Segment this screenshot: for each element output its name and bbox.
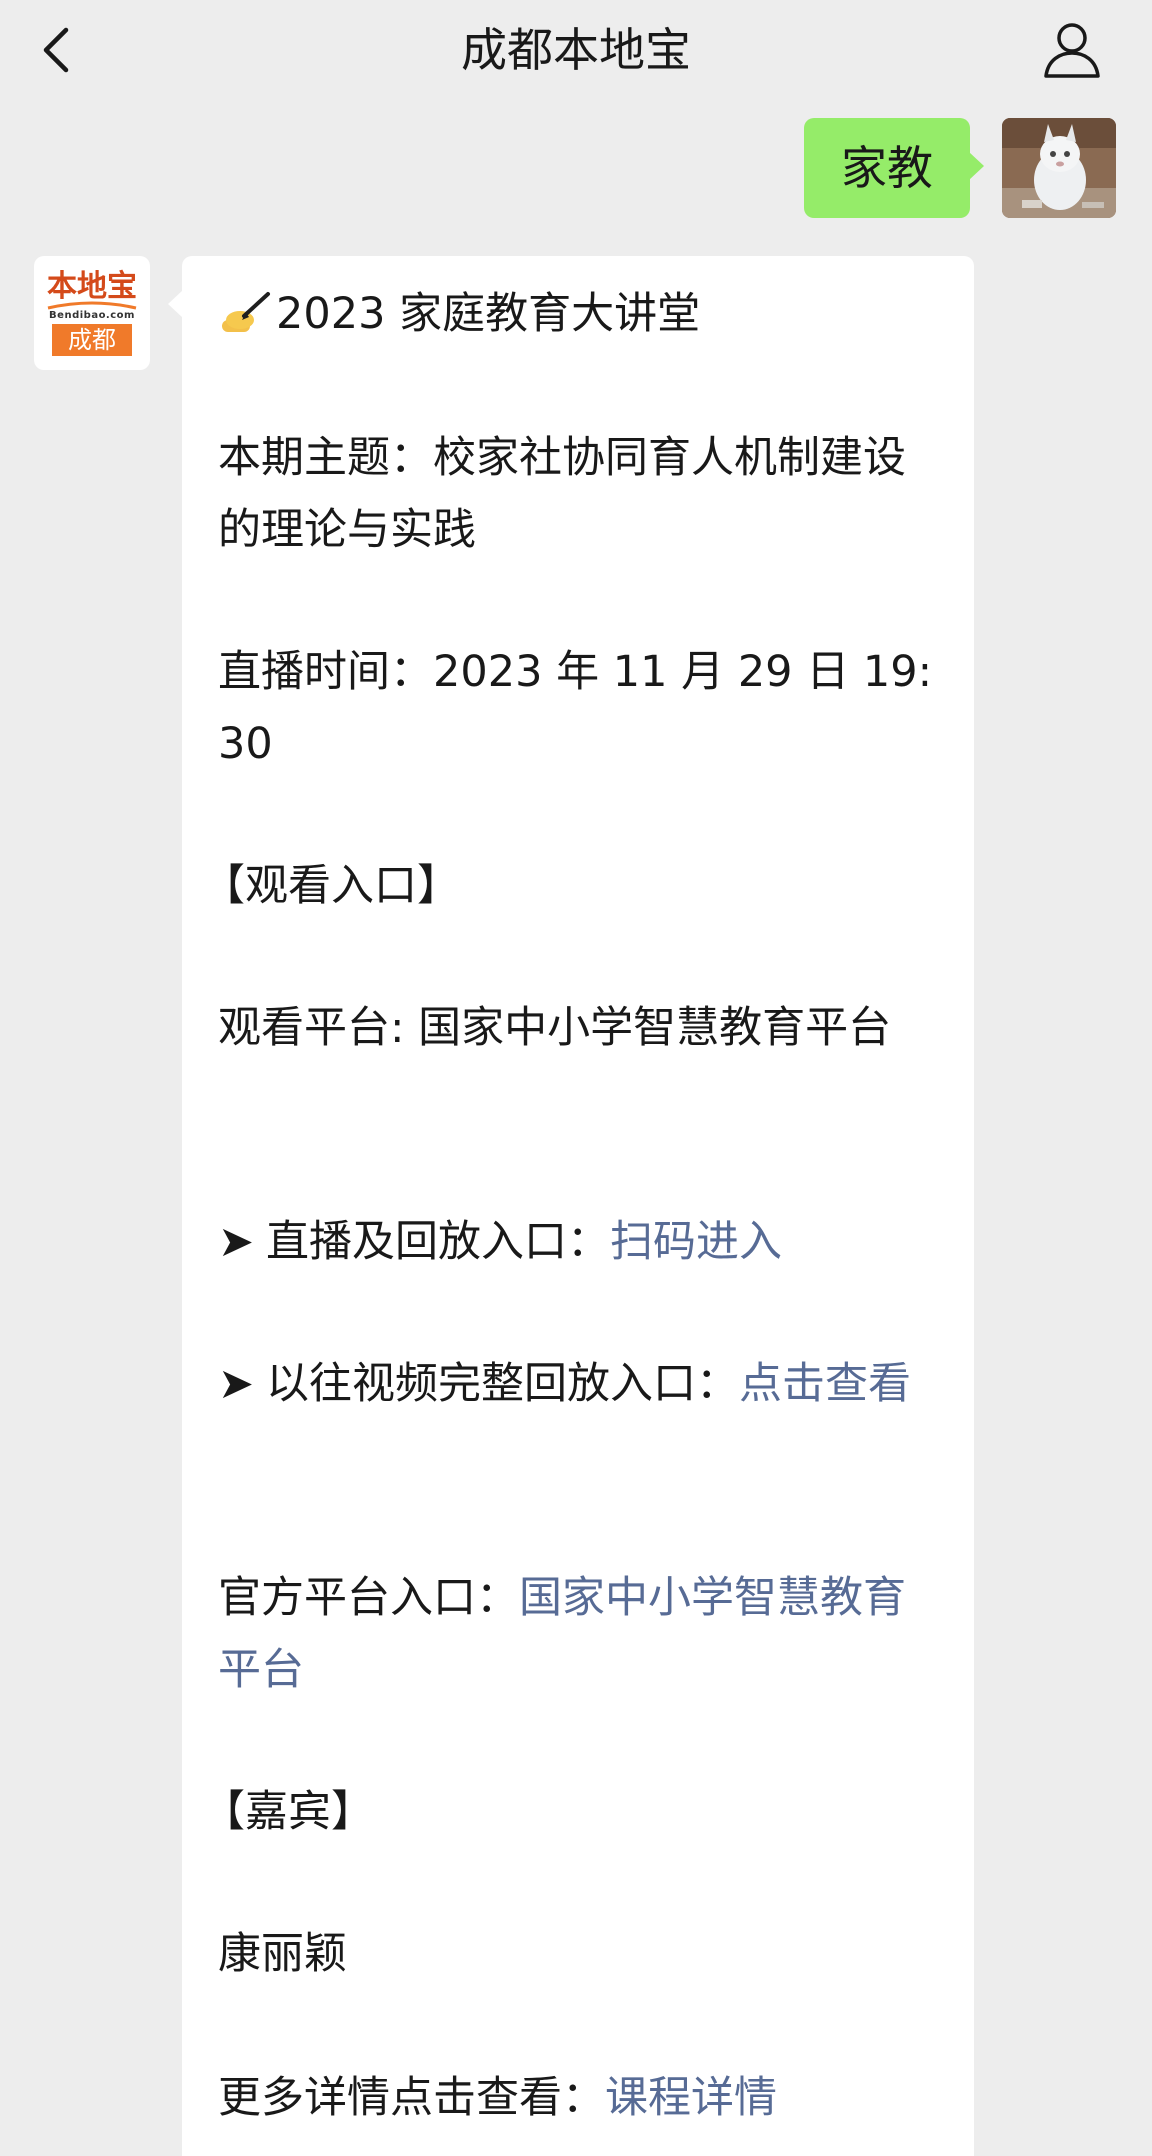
- message-heading-text: 2023 家庭教育大讲堂: [276, 289, 701, 339]
- user-avatar[interactable]: [1002, 118, 1116, 218]
- logo-brand-text: 本地宝: [47, 269, 137, 304]
- past-video-entry: ➤ 以往视频完整回放入口：点击查看: [218, 1348, 948, 1420]
- official-platform-entry: 官方平台入口：国家中小学智慧教育平台: [218, 1562, 948, 1706]
- page-title: 成都本地宝: [461, 23, 691, 77]
- arrow-icon: ➤: [218, 1359, 255, 1409]
- past-video-link[interactable]: 点击查看: [739, 1359, 911, 1409]
- message-platform: 观看平台: 国家中小学智慧教育平台: [218, 1003, 892, 1053]
- guest-name: 康丽颖: [218, 1929, 347, 1979]
- logo-domain-text: Bendibao.com: [49, 310, 135, 321]
- more-details-label: 更多详情点击查看：: [218, 2073, 605, 2123]
- outgoing-message-bubble[interactable]: 家教: [804, 118, 984, 218]
- section-guest: 【嘉宾】: [202, 1787, 374, 1837]
- course-details-link[interactable]: 课程详情: [605, 2073, 777, 2123]
- section-watch-entry: 【观看入口】: [202, 861, 460, 911]
- more-details-entry: 更多详情点击查看：课程详情: [218, 2062, 948, 2134]
- official-platform-label: 官方平台入口：: [218, 1573, 519, 1623]
- bot-avatar-logo[interactable]: 本地宝 Bendibao.com 成都: [34, 256, 150, 370]
- logo-city-badge: 成都: [52, 324, 132, 356]
- past-video-label: 以往视频完整回放入口：: [266, 1359, 740, 1409]
- writing-hand-icon: [222, 292, 270, 332]
- logo-swoosh: [47, 301, 137, 310]
- message-live-time: 直播时间：2023 年 11 月 29 日 19:30: [218, 647, 933, 769]
- outgoing-message-text: 家教: [841, 141, 933, 195]
- arrow-icon: ➤: [218, 1217, 255, 1267]
- incoming-message-bubble: 2023 家庭教育大讲堂 本期主题：校家社协同育人机制建设的理论与实践 直播时间…: [168, 256, 974, 2156]
- scan-code-link[interactable]: 扫码进入: [610, 1217, 782, 1267]
- message-heading: 2023 家庭教育大讲堂: [218, 278, 948, 350]
- live-replay-entry: ➤ 直播及回放入口：扫码进入: [218, 1206, 948, 1278]
- nav-bar: 成都本地宝: [0, 0, 1152, 108]
- live-replay-label: 直播及回放入口：: [266, 1217, 611, 1267]
- user-avatar-image: [1002, 118, 1116, 218]
- profile-icon[interactable]: [1040, 18, 1104, 82]
- message-topic: 本期主题：校家社协同育人机制建设的理论与实践: [218, 433, 906, 555]
